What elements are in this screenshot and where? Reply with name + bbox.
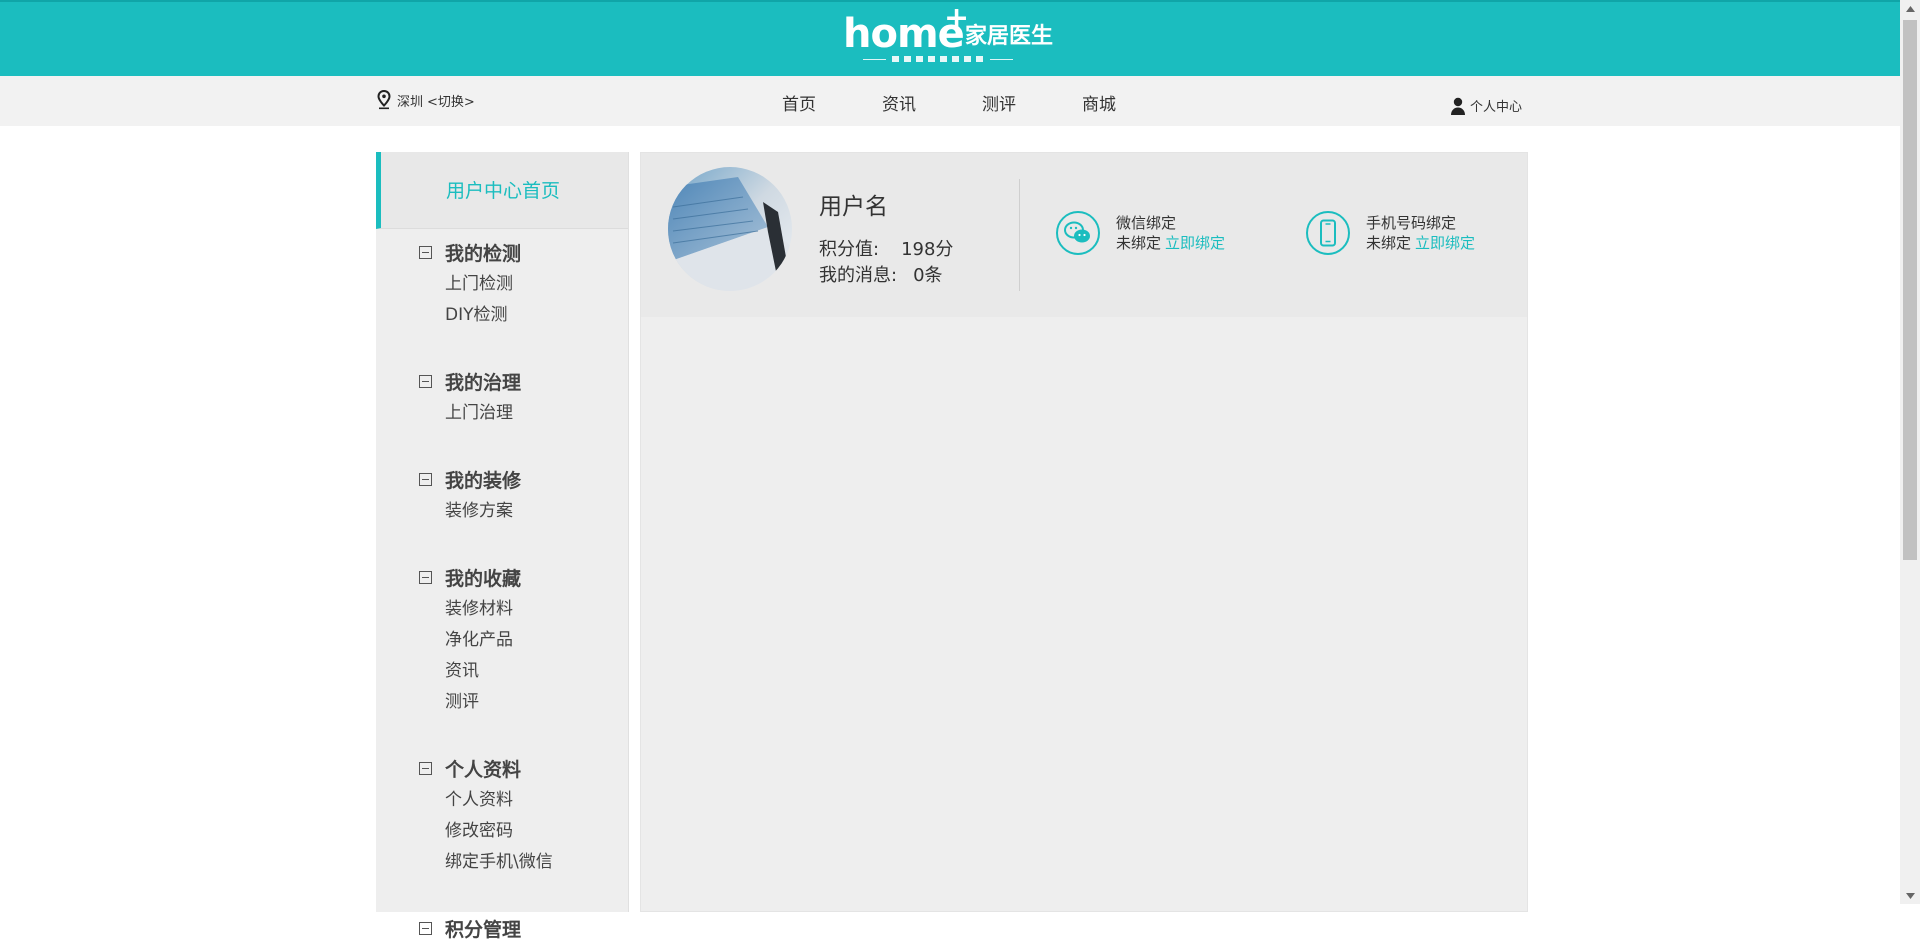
messages-label: 我的消息: [819,265,898,286]
wechat-binding: 微信绑定 未绑定 立即绑定 [1056,211,1225,255]
group-title-text: 我的装修 [445,469,522,492]
messages-row: 我的消息: 0条 [819,261,943,287]
profile-summary: 用户名 积分值: 198分 我的消息: 0条 微信绑定 未绑定 立即绑定 手机号… [641,153,1527,317]
sidebar-item-user-home[interactable]: 用户中心首页 [376,152,628,229]
collapse-icon[interactable] [419,374,432,388]
bind-wechat-link[interactable]: 立即绑定 [1165,234,1225,252]
sidebar-group-title[interactable]: 个人资料 [376,751,628,785]
group-title-text: 积分管理 [445,918,522,941]
nav-link-news[interactable]: 资讯 [882,90,982,115]
logo-chinese-name: 家居医生 [965,24,1054,49]
group-title-text: 个人资料 [445,758,522,781]
current-city: 深圳 [397,94,424,110]
user-center-label: 个人中心 [1470,100,1523,115]
location-pin-icon [377,90,391,110]
username: 用户名 [819,194,888,220]
top-nav: 深圳 <切换> 首页 资讯 测评 商城 个人中心 [0,76,1900,126]
collapse-icon[interactable] [419,761,432,775]
phone-binding-status: 未绑定 [1366,234,1412,252]
nav-link-reviews[interactable]: 测评 [982,90,1082,115]
sidebar-group-detection: 我的检测 上门检测 DIY检测 [376,235,628,331]
collapse-icon[interactable] [419,921,432,935]
collapse-icon[interactable] [419,245,432,259]
sidebar-item-onsite-detection[interactable]: 上门检测 [376,269,628,300]
points-row: 积分值: 198分 [819,235,953,261]
wechat-icon [1056,211,1100,255]
sidebar-group-title[interactable]: 我的治理 [376,364,628,398]
sidebar-group-profile: 个人资料 个人资料 修改密码 绑定手机\微信 [376,751,628,878]
scrollbar-thumb[interactable] [1903,20,1917,560]
main-nav-links: 首页 资讯 测评 商城 [782,90,1182,115]
collapse-icon[interactable] [419,472,432,486]
phone-binding: 手机号码绑定 未绑定 立即绑定 [1306,211,1475,255]
scroll-up-icon[interactable] [1900,0,1920,17]
sidebar-group-title[interactable]: 我的装修 [376,462,628,496]
profile-divider [1019,179,1020,291]
sidebar-group-points: 积分管理 [376,911,628,945]
sidebar-item-purifiers[interactable]: 净化产品 [376,625,628,656]
wechat-binding-title: 微信绑定 [1116,214,1177,232]
points-label: 积分值: [819,239,880,260]
bind-phone-link[interactable]: 立即绑定 [1415,234,1475,252]
sidebar-item-news[interactable]: 资讯 [376,656,628,687]
sidebar-group-title[interactable]: 积分管理 [376,911,628,945]
header-brand-bar: home + 家居医生 [0,0,1900,78]
sidebar-item-decoration-plan[interactable]: 装修方案 [376,496,628,527]
sidebar-item-reviews[interactable]: 测评 [376,687,628,718]
group-title-text: 我的收藏 [445,567,522,590]
sidebar-item-change-password[interactable]: 修改密码 [376,816,628,847]
sidebar-group-treatment: 我的治理 上门治理 [376,364,628,429]
sidebar-group-decoration: 我的装修 装修方案 [376,462,628,527]
sidebar-item-materials[interactable]: 装修材料 [376,594,628,625]
phone-binding-title: 手机号码绑定 [1366,214,1457,232]
collapse-icon[interactable] [419,570,432,584]
messages-value[interactable]: 0条 [913,265,942,286]
page-scrollbar[interactable] [1900,0,1920,904]
site-logo[interactable]: home + 家居医生 [843,4,1054,70]
wechat-binding-status: 未绑定 [1116,234,1162,252]
points-value: 198分 [901,239,954,260]
group-title-text: 我的治理 [445,371,522,394]
phone-icon [1306,211,1350,255]
nav-link-home[interactable]: 首页 [782,90,882,115]
user-icon [1451,97,1465,115]
logo-tagline [863,54,1013,64]
sidebar-item-diy-detection[interactable]: DIY检测 [376,300,628,331]
sidebar-group-title[interactable]: 我的收藏 [376,560,628,594]
sidebar-item-personal-info[interactable]: 个人资料 [376,785,628,816]
switch-city-link[interactable]: <切换> [427,91,475,110]
location-selector[interactable]: 深圳 <切换> [377,90,475,110]
sidebar-group-favorites: 我的收藏 装修材料 净化产品 资讯 测评 [376,560,628,718]
sidebar-group-title[interactable]: 我的检测 [376,235,628,269]
avatar-image [668,167,792,291]
sidebar-item-onsite-treatment[interactable]: 上门治理 [376,398,628,429]
main-panel: 用户名 积分值: 198分 我的消息: 0条 微信绑定 未绑定 立即绑定 手机号… [640,152,1528,912]
user-sidebar: 用户中心首页 我的检测 上门检测 DIY检测 我的治理 上门治理 我的装修 装修… [376,152,629,941]
group-title-text: 我的检测 [445,242,522,265]
sidebar-item-bind-phone-wechat[interactable]: 绑定手机\微信 [376,847,628,878]
user-center-link[interactable]: 个人中心 [1450,96,1522,115]
avatar[interactable] [668,167,792,291]
scroll-down-icon[interactable] [1900,887,1920,904]
nav-link-mall[interactable]: 商城 [1082,90,1182,115]
